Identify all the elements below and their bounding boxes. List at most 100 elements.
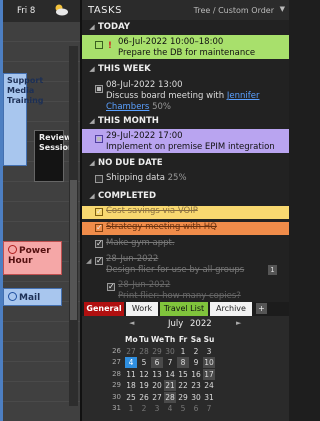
event-power-hour[interactable]: Power Hour — [3, 241, 62, 275]
day-cell[interactable]: 27 — [125, 346, 137, 357]
calendar-day-header[interactable]: Fri 8 — [3, 0, 80, 22]
day-cell[interactable]: 7 — [203, 403, 215, 414]
section-this-month[interactable]: ◢ THIS MONTH — [82, 116, 289, 126]
day-cell[interactable]: 2 — [138, 403, 150, 414]
section-today[interactable]: ◢ TODAY — [82, 22, 289, 32]
tab-travel-list[interactable]: Travel List — [160, 302, 208, 316]
task-checkbox[interactable] — [95, 85, 103, 93]
task-date: 28-Jun-2022 — [106, 254, 159, 264]
day-cell[interactable]: 28 — [138, 346, 150, 357]
calendar-day-label: Fri 8 — [17, 6, 36, 16]
app-window: Fri 8 Support Media Training Review Sess… — [0, 0, 289, 421]
day-cell[interactable]: 26 — [138, 392, 150, 403]
day-cell[interactable]: 17 — [203, 368, 215, 380]
task-prepare-db[interactable]: ! 06-Jul-2022 10:00–18:00 Prepare the DB… — [82, 35, 289, 59]
prev-month-button[interactable]: ◄ — [129, 319, 134, 327]
day-cell[interactable]: 31 — [203, 392, 215, 403]
task-checkbox[interactable] — [95, 41, 103, 49]
task-shipping-data[interactable]: Shipping data 25% — [82, 173, 289, 186]
next-month-button[interactable]: ► — [236, 319, 241, 327]
day-calendar: Fri 8 Support Media Training Review Sess… — [0, 0, 80, 421]
month-label[interactable]: July — [168, 319, 183, 329]
day-cell[interactable]: 24 — [203, 380, 215, 391]
day-cell[interactable]: 19 — [138, 380, 150, 391]
task-checkbox[interactable] — [95, 255, 103, 266]
task-design-flier[interactable]: ◢ 28-Jun-2022 Design flier for use by al… — [82, 254, 289, 278]
section-this-week[interactable]: ◢ THIS WEEK — [82, 64, 289, 74]
day-cell[interactable]: 7 — [164, 357, 176, 368]
task-cost-savings[interactable]: Cost savings via VOIP — [82, 206, 289, 219]
day-cell[interactable]: 21 — [164, 380, 176, 391]
day-cell[interactable]: 6 — [151, 357, 163, 368]
event-review-session[interactable]: Review Session — [34, 130, 74, 182]
day-cell[interactable]: 8 — [177, 357, 189, 368]
collapse-arrow-icon[interactable]: ◢ — [86, 192, 98, 200]
day-cell[interactable]: 4 — [164, 403, 176, 414]
day-cell[interactable]: 1 — [125, 403, 137, 414]
day-cell[interactable]: 3 — [203, 346, 215, 357]
section-no-due-date[interactable]: ◢ NO DUE DATE — [82, 158, 289, 168]
day-cell[interactable]: 22 — [177, 380, 189, 391]
day-cell[interactable]: 5 — [138, 357, 150, 368]
task-checkbox[interactable] — [95, 206, 103, 217]
day-cell[interactable]: 25 — [125, 392, 137, 403]
day-cell[interactable]: 5 — [177, 403, 189, 414]
task-strategy-meeting[interactable]: Strategy meeting with HQ — [82, 222, 289, 235]
day-cell[interactable]: 13 — [151, 369, 163, 380]
year-label[interactable]: 2022 — [190, 319, 212, 329]
section-completed[interactable]: ◢ COMPLETED — [82, 191, 289, 201]
collapse-arrow-icon[interactable]: ◢ — [86, 65, 98, 73]
task-checkbox[interactable] — [95, 222, 103, 233]
day-cell[interactable]: 2 — [190, 346, 202, 357]
recurring-icon — [8, 245, 17, 254]
day-cell[interactable]: 6 — [190, 403, 202, 414]
chevron-down-icon[interactable]: ▼ — [280, 5, 285, 13]
day-cell[interactable]: 18 — [125, 380, 137, 391]
weekday-header: Tu — [139, 335, 149, 344]
expand-arrow-icon[interactable]: ◢ — [86, 256, 91, 267]
day-cell[interactable]: 28 — [164, 391, 176, 403]
task-print-flier[interactable]: 28-Jun-2022 Print flier: how many copies… — [82, 280, 289, 302]
day-cell[interactable]: 9 — [190, 357, 202, 368]
day-cell[interactable]: 14 — [164, 369, 176, 380]
day-cell[interactable]: 15 — [177, 369, 189, 380]
section-label: NO DUE DATE — [98, 158, 163, 168]
add-tab-button[interactable]: + — [256, 303, 267, 314]
event-support-media-training[interactable]: Support Media Training — [3, 73, 44, 166]
day-cell[interactable]: 27 — [151, 392, 163, 403]
task-checkbox[interactable] — [95, 238, 103, 249]
task-implement-epim[interactable]: 29-Jul-2022 17:00 Implement on premise E… — [82, 129, 289, 153]
day-cell[interactable]: 3 — [151, 403, 163, 414]
mini-calendar: ◄ July 2022 ► Mo Tu We Th Fr Sa Su 26 27 28 29 30 1 2… — [82, 316, 289, 421]
task-make-gym-appt[interactable]: Make gym appt. — [82, 238, 289, 251]
task-discuss-board-meeting[interactable]: 08-Jul-2022 13:00 Discuss board meeting … — [82, 78, 289, 112]
day-cell[interactable]: 30 — [190, 392, 202, 403]
day-cell[interactable]: 29 — [177, 392, 189, 403]
collapse-arrow-icon[interactable]: ◢ — [86, 117, 98, 125]
calendar-scrollbar-thumb[interactable] — [70, 180, 77, 320]
view-selector[interactable]: Tree / Custom Order — [194, 6, 274, 15]
recurring-icon — [8, 292, 17, 301]
day-cell[interactable]: 16 — [190, 369, 202, 380]
tab-work[interactable]: Work — [126, 302, 158, 316]
task-checkbox[interactable] — [107, 281, 115, 292]
day-cell[interactable]: 23 — [190, 380, 202, 391]
event-mail[interactable]: Mail — [3, 288, 62, 306]
weekday-header: Sa — [190, 335, 202, 344]
task-checkbox[interactable] — [95, 135, 103, 143]
tab-general[interactable]: General — [84, 302, 124, 316]
day-cell[interactable]: 4 — [125, 357, 137, 368]
collapse-arrow-icon[interactable]: ◢ — [86, 159, 98, 167]
collapse-arrow-icon[interactable]: ◢ — [86, 23, 98, 31]
day-cell[interactable]: 12 — [138, 369, 150, 380]
tab-archive[interactable]: Archive — [210, 302, 252, 316]
day-cell[interactable]: 29 — [151, 346, 163, 357]
day-cell[interactable]: 30 — [164, 346, 176, 357]
day-cell[interactable]: 11 — [125, 369, 137, 380]
day-cell[interactable]: 10 — [203, 357, 215, 368]
day-cell[interactable]: 20 — [151, 380, 163, 391]
tasks-pane: TASKS Tree / Custom Order ▼ ◢ TODAY ! 06-… — [82, 0, 289, 421]
day-cell[interactable]: 1 — [177, 346, 189, 357]
subtask-count-badge: 1 — [268, 265, 277, 275]
task-checkbox[interactable] — [95, 175, 103, 183]
